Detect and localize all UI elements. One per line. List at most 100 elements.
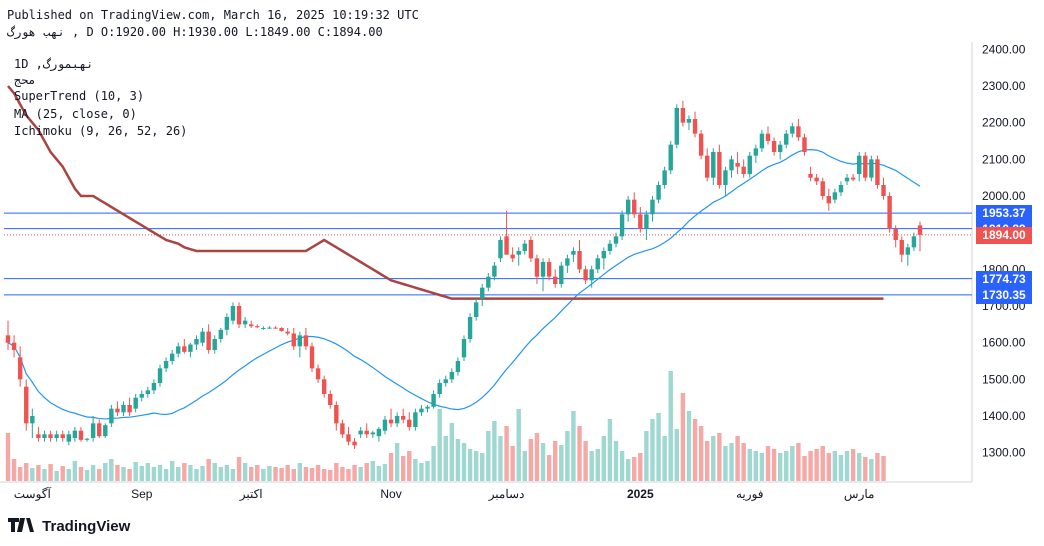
volume-bar bbox=[30, 468, 35, 481]
candle-body bbox=[200, 331, 205, 343]
candle-body bbox=[449, 372, 455, 380]
volume-bar bbox=[163, 469, 169, 481]
candle-body bbox=[255, 326, 260, 328]
candle-body bbox=[577, 251, 582, 270]
volume-bar bbox=[285, 465, 290, 481]
volume-bar bbox=[632, 457, 637, 481]
candle-body bbox=[291, 333, 296, 347]
candle-body bbox=[759, 133, 765, 149]
volume-bar bbox=[784, 451, 789, 481]
candle-body bbox=[133, 397, 138, 409]
volume-bar bbox=[315, 465, 321, 481]
volume-bar bbox=[759, 453, 765, 481]
volume-bar bbox=[42, 469, 47, 481]
candle-body bbox=[115, 408, 120, 413]
volume-bar bbox=[741, 443, 746, 481]
candle-body bbox=[212, 339, 217, 350]
candle-body bbox=[917, 225, 923, 235]
volume-bar bbox=[394, 443, 400, 481]
volume-bar bbox=[753, 451, 759, 481]
candle-body bbox=[346, 434, 351, 442]
volume-bar bbox=[820, 446, 825, 481]
volume-bar bbox=[346, 469, 351, 481]
candle-body bbox=[84, 438, 90, 440]
candle-body bbox=[224, 317, 230, 330]
candle-body bbox=[832, 192, 838, 200]
chart-area[interactable]: 2400.002300.002200.002100.002000.001900.… bbox=[0, 42, 1044, 512]
y-tick-label: 1600.00 bbox=[982, 336, 1026, 350]
volume-bar bbox=[291, 469, 296, 481]
volume-bar bbox=[461, 443, 467, 481]
candle-body bbox=[875, 159, 880, 185]
x-tick-label: دسامبر bbox=[488, 487, 525, 501]
candle-body bbox=[796, 126, 801, 138]
tradingview-brand[interactable]: TradingView bbox=[8, 518, 130, 536]
y-tick-label: 1500.00 bbox=[982, 372, 1026, 386]
candle-body bbox=[686, 119, 692, 123]
candle-body bbox=[741, 166, 746, 174]
volume-bar bbox=[498, 436, 503, 481]
volume-bar bbox=[589, 451, 594, 481]
candle-body bbox=[838, 185, 844, 193]
volume-bar bbox=[875, 453, 880, 481]
legend-ichimoku[interactable]: Ichimoku (9, 26, 52, 26) bbox=[14, 124, 187, 138]
y-tick-label: 2300.00 bbox=[982, 79, 1026, 93]
volume-bar bbox=[857, 453, 862, 481]
volume-bar bbox=[176, 467, 181, 481]
candle-body bbox=[680, 108, 686, 123]
volume-bar bbox=[863, 457, 868, 481]
y-tick-label: 2000.00 bbox=[982, 189, 1026, 203]
volume-bar bbox=[413, 459, 418, 481]
candle-body bbox=[66, 434, 71, 442]
candle-body bbox=[127, 405, 132, 413]
candle-body bbox=[425, 406, 430, 409]
volume-bar bbox=[510, 446, 515, 481]
candle-body bbox=[735, 163, 740, 167]
candle-body bbox=[24, 386, 29, 424]
candle-body bbox=[668, 144, 673, 171]
candle-body bbox=[674, 108, 679, 145]
candle-body bbox=[656, 185, 661, 200]
volume-bar bbox=[54, 471, 59, 481]
candle-body bbox=[911, 236, 917, 248]
volume-bar bbox=[261, 469, 266, 481]
candle-body bbox=[893, 229, 898, 240]
brand-text: TradingView bbox=[42, 518, 131, 535]
volume-bar bbox=[492, 421, 497, 481]
candle-body bbox=[546, 262, 552, 277]
x-tick-label: Nov bbox=[380, 487, 401, 501]
candle-body bbox=[498, 240, 503, 259]
candle-body bbox=[188, 344, 193, 352]
candle-body bbox=[607, 243, 613, 251]
candle-body bbox=[54, 434, 59, 438]
candle-body bbox=[638, 214, 643, 229]
volume-bar bbox=[559, 445, 564, 481]
volume-bar bbox=[224, 465, 230, 481]
candle-body bbox=[528, 240, 534, 259]
volume-bar bbox=[650, 419, 655, 481]
volume-bar bbox=[583, 441, 588, 481]
volume-bar bbox=[747, 449, 752, 481]
volume-bar bbox=[364, 463, 369, 481]
x-tick-label: آگوست bbox=[14, 486, 52, 501]
y-tick-label: 1300.00 bbox=[982, 446, 1026, 460]
candle-body bbox=[644, 214, 649, 229]
candle-body bbox=[11, 342, 17, 350]
x-tick-label: مارس bbox=[844, 487, 875, 501]
volume-bar bbox=[826, 453, 831, 481]
candle-body bbox=[17, 357, 23, 380]
candle-body bbox=[30, 416, 35, 424]
price-chart[interactable]: 2400.002300.002200.002100.002000.001900.… bbox=[0, 42, 1044, 512]
candle-body bbox=[814, 177, 819, 182]
volume-bar bbox=[194, 469, 199, 481]
published-line: Published on TradingView.com, March 16, … bbox=[7, 8, 419, 22]
volume-bar bbox=[765, 446, 771, 481]
volume-bar bbox=[303, 467, 309, 481]
candle-body bbox=[5, 335, 11, 343]
legend-ma[interactable]: MA (25, close, 0) bbox=[14, 107, 137, 121]
candle-body bbox=[382, 419, 388, 431]
volume-bar bbox=[36, 465, 41, 481]
candle-body bbox=[261, 328, 266, 329]
candle-body bbox=[163, 361, 169, 369]
legend-supertrend[interactable]: SuperTrend (10, 3) bbox=[14, 89, 144, 103]
